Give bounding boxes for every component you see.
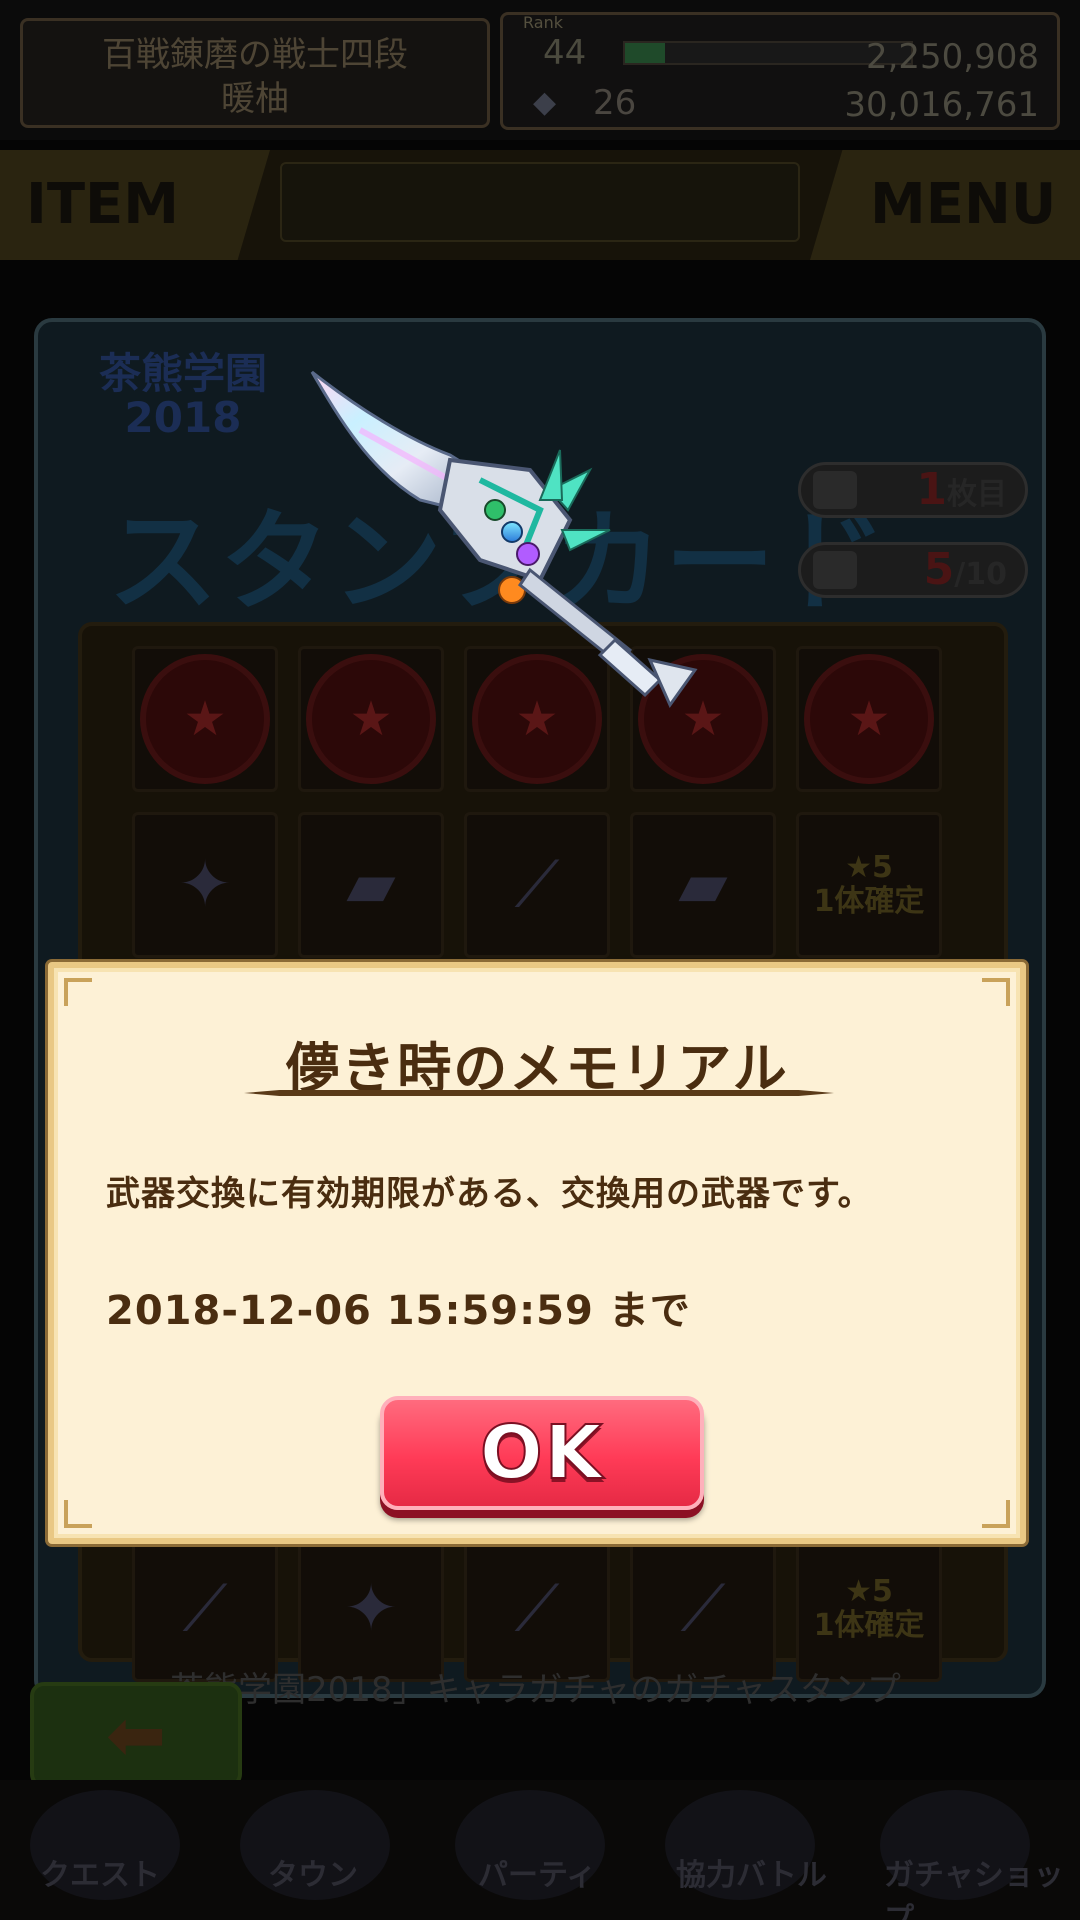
title-divider — [244, 1090, 834, 1096]
dialog-corner — [982, 1500, 1010, 1528]
reward-cell[interactable]: ⟋ — [132, 1536, 278, 1682]
dialog-corner — [64, 1500, 92, 1528]
reward-cell[interactable]: ⟋ — [464, 812, 610, 958]
reward-cell[interactable]: ✦ — [132, 812, 278, 958]
nav-gacha-shop[interactable]: ガチャショップ — [884, 1850, 1080, 1920]
stamp-count-pill: 5/10 — [798, 542, 1028, 598]
money-value: 30,016,761 — [844, 85, 1039, 125]
player-title: 百戦錬磨の戦士四段 — [102, 35, 408, 75]
stamp-cell: ★ — [796, 646, 942, 792]
book-icon: ▰ — [346, 848, 396, 922]
reward-cell[interactable]: ⟋ — [464, 1536, 610, 1682]
rank-label: Rank — [523, 13, 563, 32]
weapon-icon: ⟋ — [680, 1572, 726, 1646]
nav-party[interactable]: パーティ — [478, 1850, 596, 1894]
weapon-icon: ⟋ — [514, 848, 560, 922]
stamp-collected-icon: ★ — [140, 654, 270, 784]
dialog-corner — [64, 978, 92, 1006]
stamp-cell: ★ — [132, 646, 278, 792]
rank-value: 44 — [543, 33, 587, 73]
rank-panel: Rank 44 2,250,908 ◆ 26 30,016,761 — [500, 12, 1060, 130]
star5-guarantee-icon: ★5 1体確定 — [813, 1574, 925, 1643]
gem-count: 26 — [593, 83, 637, 123]
item-info-dialog: 儚き時のメモリアル 武器交換に有効期限がある、交換用の武器です。 2018-12… — [48, 962, 1026, 1544]
back-arrow-icon: ⬅ — [105, 1693, 167, 1777]
stamp-icon — [813, 551, 857, 589]
back-button[interactable]: ⬅ — [30, 1682, 242, 1788]
top-header: 百戦錬磨の戦士四段 暖柚 Rank 44 2,250,908 ◆ 26 30,0… — [0, 0, 1080, 140]
background-screen: 百戦錬磨の戦士四段 暖柚 Rank 44 2,250,908 ◆ 26 30,0… — [0, 0, 1080, 1920]
player-name: 暖柚 — [221, 79, 289, 119]
weapon-icon: ⟋ — [514, 1572, 560, 1646]
item-tab[interactable]: ITEM — [0, 150, 270, 260]
weapon-icon: ⟋ — [182, 1572, 228, 1646]
book-icon: ▰ — [678, 848, 728, 922]
player-name-box: 百戦錬磨の戦士四段 暖柚 — [20, 18, 490, 128]
reward-cell[interactable]: ⟋ — [630, 1536, 776, 1682]
expiry-date: 2018-12-06 15:59:59 まで — [106, 1288, 691, 1334]
gem-icon: ◆ — [533, 85, 557, 120]
menu-tab[interactable]: MENU — [810, 150, 1080, 260]
star-crystal-icon: ✦ — [178, 848, 232, 922]
event-side-logo[interactable] — [880, 1700, 1070, 1790]
star-crystal-icon: ✦ — [344, 1572, 398, 1646]
event-banner[interactable] — [280, 162, 800, 242]
gacha-caption: 茶熊学園2018」キャラガチャのガチャスタンプ — [170, 1670, 901, 1710]
stamp-count: 5 — [923, 544, 955, 595]
weapon-icon — [310, 370, 698, 709]
reward-cell[interactable]: ★5 1体確定 — [796, 1536, 942, 1682]
bottom-nav: クエスト タウン パーティ 協力バトル ガチャショップ — [0, 1780, 1080, 1920]
nav-town[interactable]: タウン — [268, 1850, 358, 1894]
sheet-number: 1 — [916, 464, 947, 515]
reward-cell[interactable]: ▰ — [298, 812, 444, 958]
reward-cell[interactable]: ▰ — [630, 812, 776, 958]
stamina-value: 2,250,908 — [865, 37, 1039, 77]
stamp-total: /10 — [954, 557, 1007, 592]
dialog-description: 武器交換に有効期限がある、交換用の武器です。 — [106, 1174, 873, 1214]
star5-guarantee-icon: ★5 1体確定 — [813, 850, 925, 919]
sheet-suffix: 枚目 — [947, 477, 1007, 512]
top-tab-bar: ITEM MENU — [0, 150, 1080, 260]
reward-cell[interactable]: ✦ — [298, 1536, 444, 1682]
nav-quest[interactable]: クエスト — [40, 1850, 160, 1894]
sheet-number-pill: 1枚目 — [798, 462, 1028, 518]
stamp-collected-icon: ★ — [804, 654, 934, 784]
star5-label: 1体確定 — [813, 1608, 925, 1643]
dialog-corner — [982, 978, 1010, 1006]
event-logo: 茶熊学園2018 — [98, 349, 267, 442]
ok-button-label: OK — [479, 1409, 605, 1497]
nav-coop-battle[interactable]: 協力バトル — [676, 1850, 827, 1894]
star5-label: 1体確定 — [813, 884, 925, 919]
reward-cell[interactable]: ★5 1体確定 — [796, 812, 942, 958]
calendar-icon — [813, 471, 857, 509]
ok-button[interactable]: OK — [380, 1396, 704, 1510]
